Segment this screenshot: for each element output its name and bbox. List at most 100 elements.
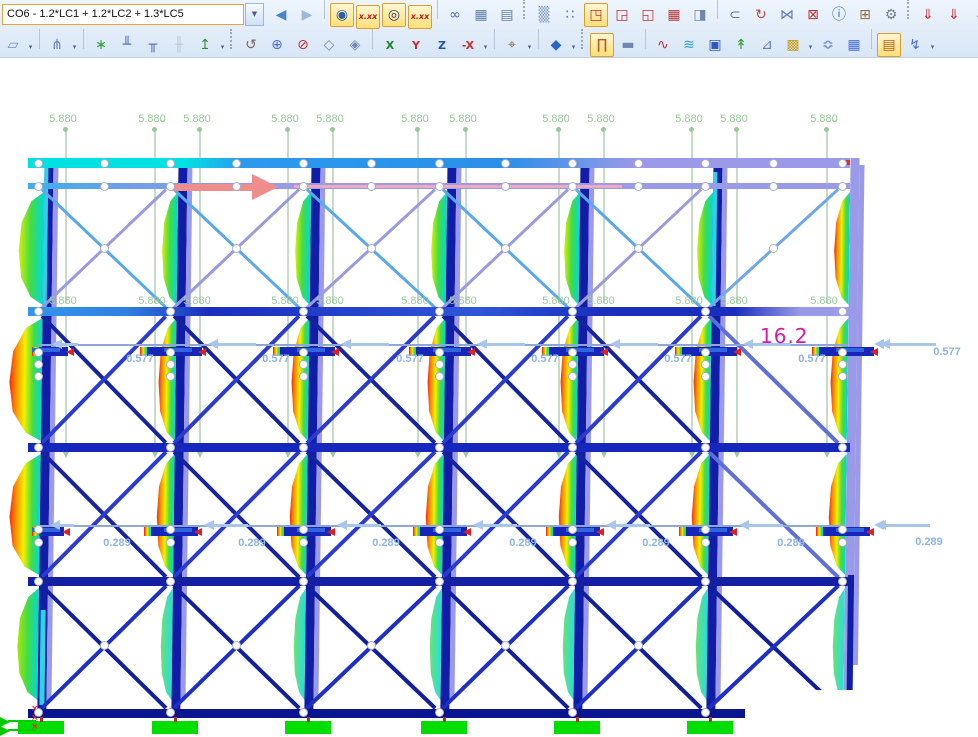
- export-load-cases-icon[interactable]: ⇓: [942, 3, 966, 27]
- load-combination-field[interactable]: CO6 - 1.2*LC1 + 1.2*LC2 + 1.3*LC5: [2, 4, 244, 25]
- import-load-cases-icon[interactable]: ⇓: [916, 3, 940, 27]
- force-arrow-head: [337, 520, 347, 530]
- support-pad: [421, 721, 467, 734]
- dropdown-arrow-icon[interactable]: ▾: [218, 36, 227, 58]
- load-line: [199, 311, 201, 450]
- rendering-mode-icon[interactable]: ◆: [544, 33, 568, 57]
- show-results-icon[interactable]: ◉: [330, 3, 354, 27]
- connect-members-icon[interactable]: ⋔: [45, 33, 69, 57]
- show-results-icon-glyph: ◉: [336, 7, 348, 23]
- applied-force-arrow-head: [252, 174, 278, 200]
- wireframe-display-icon[interactable]: ◇: [317, 33, 341, 57]
- model-info-icon[interactable]: ⓘ: [827, 2, 851, 26]
- view-filter-glasses-icon[interactable]: ∞: [443, 3, 467, 27]
- show-deformation-icon[interactable]: ◎: [382, 3, 406, 27]
- clipping-plane-icon[interactable]: ◲: [610, 3, 634, 27]
- dropdown-arrow-icon[interactable]: ▾: [806, 36, 815, 58]
- result-beam-icon[interactable]: ≎: [816, 33, 840, 57]
- isometric-view-icon[interactable]: ⌖: [500, 33, 524, 57]
- stress-contour-band: [690, 454, 710, 575]
- toolbar-separator: [372, 29, 373, 49]
- clipping-section-icon[interactable]: ◱: [636, 3, 660, 27]
- dropdown-arrow-icon[interactable]: ▾: [70, 36, 79, 58]
- partial-view-icon[interactable]: ▦: [662, 3, 686, 27]
- support-stub: [174, 717, 177, 722]
- load-line-dot: [556, 127, 561, 132]
- member-hinge-start-icon[interactable]: ╨: [115, 33, 139, 57]
- show-result-values-icon[interactable]: x.xx: [356, 5, 380, 29]
- mirror-model-icon[interactable]: ⋈: [775, 3, 799, 27]
- next-load-case-icon[interactable]: ▶: [295, 3, 319, 27]
- transfer-loads-icon[interactable]: ↓: [968, 3, 978, 27]
- member-hinge-end-icon[interactable]: ╫: [167, 33, 191, 57]
- options-icon-glyph: ⚙: [885, 7, 898, 23]
- dropdown-arrow-icon[interactable]: ▾: [569, 36, 578, 58]
- display-settings-icon[interactable]: ⊞: [853, 3, 877, 27]
- smooth-results-icon[interactable]: ⊿: [755, 33, 779, 57]
- view-x-icon[interactable]: X: [378, 33, 402, 57]
- load-line: [154, 129, 156, 303]
- load-line-dot: [197, 127, 202, 132]
- grid-snap-icon[interactable]: ∷: [558, 3, 582, 27]
- work-plane-icon[interactable]: ▒: [532, 3, 556, 27]
- view-z-icon[interactable]: Z: [430, 33, 454, 57]
- view-y-icon[interactable]: Y: [404, 33, 428, 57]
- results-on-solids-icon[interactable]: ▣: [703, 33, 727, 57]
- options-icon[interactable]: ⚙: [879, 3, 903, 27]
- load-generation-wizard-icon[interactable]: ↯: [903, 33, 927, 57]
- zoom-out-icon[interactable]: ⊘: [291, 33, 315, 57]
- result-panels-icon[interactable]: ▩: [781, 33, 805, 57]
- stub-contour: [679, 527, 686, 536]
- results-on-members-icon[interactable]: ∿: [651, 33, 675, 57]
- red-tip-icon: [463, 528, 471, 536]
- load-line: [417, 129, 419, 303]
- rotate-view-icon[interactable]: ↻: [749, 3, 773, 27]
- visibility-clipping-box-icon[interactable]: ◳: [584, 3, 608, 27]
- result-tables-icon[interactable]: ▦: [842, 33, 866, 57]
- adjust-view-icon[interactable]: ◨: [688, 3, 712, 27]
- insert-node-icon[interactable]: ∗: [89, 33, 113, 57]
- force-value-label: 0.577: [928, 346, 966, 358]
- solid-display-icon[interactable]: ◈: [343, 33, 367, 57]
- model-canvas[interactable]: ×××5.8805.8805.8805.8805.8805.8805.8805.…: [0, 0, 978, 737]
- show-max-values-icon[interactable]: x.xx: [408, 5, 432, 29]
- display-properties-icon[interactable]: ▦: [469, 3, 493, 27]
- select-objects-icon[interactable]: ⊂: [723, 3, 747, 27]
- control-panel-icon[interactable]: ▤: [877, 33, 901, 57]
- node-dot: [300, 539, 307, 546]
- node-dot: [35, 526, 42, 533]
- toolbar-row-2: ▱▾⋔▾∗╨╥╫↥▾↺⊕⊘◇◈XYZ-X▾⌖▾◆▾∏▬∿≋▣↟⊿▩▾≎▦▤↯▾: [0, 29, 978, 57]
- toolbar-group-handle: [907, 0, 912, 19]
- new-member-icon[interactable]: ▱: [1, 33, 25, 57]
- stress-contour-band: [155, 454, 175, 575]
- dropdown-arrow-icon[interactable]: ▾: [26, 36, 35, 58]
- force-arrow-head: [473, 520, 483, 530]
- node-dot: [635, 183, 642, 190]
- force-arrow-shaft: [62, 343, 78, 346]
- node-dot: [569, 160, 576, 167]
- node-dot: [167, 183, 174, 190]
- member-hinge-both-icon[interactable]: ╥: [141, 33, 165, 57]
- node-dot: [167, 373, 174, 380]
- dropdown-arrow-icon[interactable]: ▾: [525, 36, 534, 58]
- display-numbering-icon[interactable]: ▤: [495, 3, 519, 27]
- orbit-view-icon[interactable]: ↺: [239, 33, 263, 57]
- member-result-diagram-icon[interactable]: ∏: [590, 33, 614, 57]
- previous-load-case-icon[interactable]: ◀: [269, 3, 293, 27]
- export-load-cases-icon-glyph: ⇓: [948, 7, 960, 23]
- node-dot: [635, 160, 642, 167]
- zoom-window-icon[interactable]: ⊕: [265, 33, 289, 57]
- support-reactions-icon[interactable]: ↟: [729, 33, 753, 57]
- member-eccentricity-icon[interactable]: ↥: [193, 33, 217, 57]
- combobox-dropdown-button[interactable]: ▼: [245, 3, 264, 26]
- render-results-icon[interactable]: ▬: [616, 33, 640, 57]
- red-tip-icon: [467, 348, 475, 356]
- select-nodes-icon[interactable]: ⊠: [801, 3, 825, 27]
- dropdown-arrow-icon[interactable]: ▾: [928, 36, 937, 58]
- beam-member: [28, 709, 745, 718]
- load-combination-combobox[interactable]: CO6 - 1.2*LC1 + 1.2*LC2 + 1.3*LC5 ▼: [2, 4, 264, 25]
- dropdown-arrow-icon[interactable]: ▾: [481, 36, 490, 58]
- node-dot: [569, 444, 576, 451]
- view-minus-x-icon[interactable]: -X: [456, 33, 480, 57]
- results-on-surfaces-icon[interactable]: ≋: [677, 33, 701, 57]
